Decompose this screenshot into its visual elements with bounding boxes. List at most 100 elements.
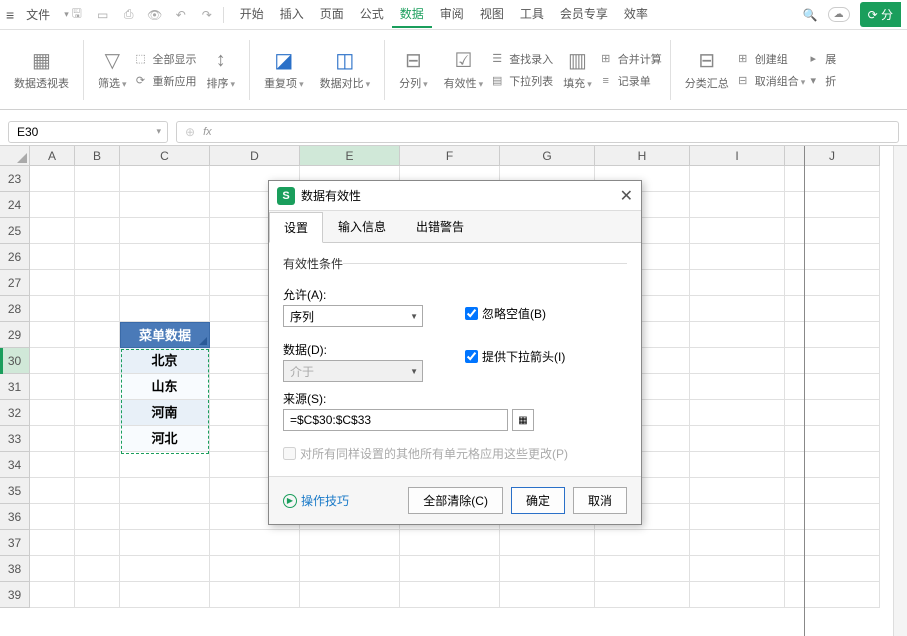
find-input-button[interactable]: ☰查找录入 <box>489 49 553 69</box>
cell-E37[interactable] <box>300 530 400 556</box>
cell-B29[interactable] <box>75 322 120 348</box>
tab-review[interactable]: 审阅 <box>432 1 472 28</box>
cell-C32[interactable]: 河南 <box>120 400 210 426</box>
cell-C37[interactable] <box>120 530 210 556</box>
expand-button[interactable]: ▸展 <box>805 49 836 69</box>
cell-C34[interactable] <box>120 452 210 478</box>
row-header-26[interactable]: 26 <box>0 244 30 270</box>
group-button[interactable]: ⊞创建组 <box>735 49 806 69</box>
save-icon[interactable]: 🖫 <box>69 4 85 25</box>
cell-D37[interactable] <box>210 530 300 556</box>
ignore-blank-checkbox[interactable] <box>465 307 478 320</box>
col-header-I[interactable]: I <box>690 146 785 166</box>
col-header-B[interactable]: B <box>75 146 120 166</box>
cell-J37[interactable] <box>785 530 880 556</box>
cell-A33[interactable] <box>30 426 75 452</box>
cell-G38[interactable] <box>500 556 595 582</box>
cancel-button[interactable]: 取消 <box>573 487 627 514</box>
cell-A25[interactable] <box>30 218 75 244</box>
cell-H37[interactable] <box>595 530 690 556</box>
cell-B38[interactable] <box>75 556 120 582</box>
cell-B39[interactable] <box>75 582 120 608</box>
tab-start[interactable]: 开始 <box>232 1 272 28</box>
cell-B26[interactable] <box>75 244 120 270</box>
cell-A27[interactable] <box>30 270 75 296</box>
cell-J23[interactable] <box>785 166 880 192</box>
col-header-J[interactable]: J <box>785 146 880 166</box>
dropdown-arrow-checkbox[interactable] <box>465 350 478 363</box>
cell-J24[interactable] <box>785 192 880 218</box>
row-header-25[interactable]: 25 <box>0 218 30 244</box>
cell-I26[interactable] <box>690 244 785 270</box>
app-menu-icon[interactable]: ≡ <box>6 7 14 23</box>
row-header-33[interactable]: 33 <box>0 426 30 452</box>
share-button[interactable]: ⟳ 分 <box>860 2 901 27</box>
col-header-G[interactable]: G <box>500 146 595 166</box>
tab-insert[interactable]: 插入 <box>272 1 312 28</box>
show-all-button[interactable]: ⬚全部显示 <box>133 49 197 69</box>
clear-all-button[interactable]: 全部清除(C) <box>408 487 503 514</box>
row-header-29[interactable]: 29 <box>0 322 30 348</box>
cell-B30[interactable] <box>75 348 120 374</box>
cell-J33[interactable] <box>785 426 880 452</box>
cell-A38[interactable] <box>30 556 75 582</box>
cell-E39[interactable] <box>300 582 400 608</box>
cell-B31[interactable] <box>75 374 120 400</box>
cell-J25[interactable] <box>785 218 880 244</box>
cell-A30[interactable] <box>30 348 75 374</box>
col-header-A[interactable]: A <box>30 146 75 166</box>
allow-select[interactable]: 序列 <box>283 305 423 327</box>
cell-C36[interactable] <box>120 504 210 530</box>
pivot-table-button[interactable]: ▦ 数据透视表 <box>8 45 75 95</box>
dialog-titlebar[interactable]: S 数据有效性 ✕ <box>269 181 641 211</box>
cell-D38[interactable] <box>210 556 300 582</box>
cell-C30[interactable]: 北京 <box>120 348 210 374</box>
cell-J34[interactable] <box>785 452 880 478</box>
ungroup-button[interactable]: ⊟取消组合 <box>735 71 806 91</box>
row-header-30[interactable]: 30 <box>0 348 30 374</box>
cell-I34[interactable] <box>690 452 785 478</box>
form-button[interactable]: ≡记录单 <box>598 71 662 91</box>
name-box[interactable]: E30 <box>8 121 168 143</box>
cell-J39[interactable] <box>785 582 880 608</box>
dialog-tab-input-message[interactable]: 输入信息 <box>323 211 401 242</box>
cell-A34[interactable] <box>30 452 75 478</box>
cell-F38[interactable] <box>400 556 500 582</box>
cell-B24[interactable] <box>75 192 120 218</box>
tab-formula[interactable]: 公式 <box>352 1 392 28</box>
cell-B28[interactable] <box>75 296 120 322</box>
formula-input[interactable]: ⊕ fx <box>176 121 899 143</box>
col-header-D[interactable]: D <box>210 146 300 166</box>
cell-I36[interactable] <box>690 504 785 530</box>
cell-B32[interactable] <box>75 400 120 426</box>
cell-J32[interactable] <box>785 400 880 426</box>
cell-A28[interactable] <box>30 296 75 322</box>
cell-A36[interactable] <box>30 504 75 530</box>
tab-vip[interactable]: 会员专享 <box>552 1 616 28</box>
cell-C24[interactable] <box>120 192 210 218</box>
cell-B35[interactable] <box>75 478 120 504</box>
cell-I23[interactable] <box>690 166 785 192</box>
row-header-37[interactable]: 37 <box>0 530 30 556</box>
cell-F39[interactable] <box>400 582 500 608</box>
row-header-39[interactable]: 39 <box>0 582 30 608</box>
cell-C25[interactable] <box>120 218 210 244</box>
cell-A24[interactable] <box>30 192 75 218</box>
cell-B36[interactable] <box>75 504 120 530</box>
fill-button[interactable]: ▥ 填充 <box>557 45 598 95</box>
cell-C26[interactable] <box>120 244 210 270</box>
cell-I30[interactable] <box>690 348 785 374</box>
row-header-34[interactable]: 34 <box>0 452 30 478</box>
cell-J27[interactable] <box>785 270 880 296</box>
cell-C31[interactable]: 山东 <box>120 374 210 400</box>
ok-button[interactable]: 确定 <box>511 487 565 514</box>
row-header-27[interactable]: 27 <box>0 270 30 296</box>
cell-B37[interactable] <box>75 530 120 556</box>
cell-I32[interactable] <box>690 400 785 426</box>
cell-G37[interactable] <box>500 530 595 556</box>
print-icon[interactable]: ⎙ <box>121 7 137 22</box>
split-button[interactable]: ⊟ 分列 <box>393 45 434 95</box>
cell-A29[interactable] <box>30 322 75 348</box>
cell-H38[interactable] <box>595 556 690 582</box>
row-header-28[interactable]: 28 <box>0 296 30 322</box>
